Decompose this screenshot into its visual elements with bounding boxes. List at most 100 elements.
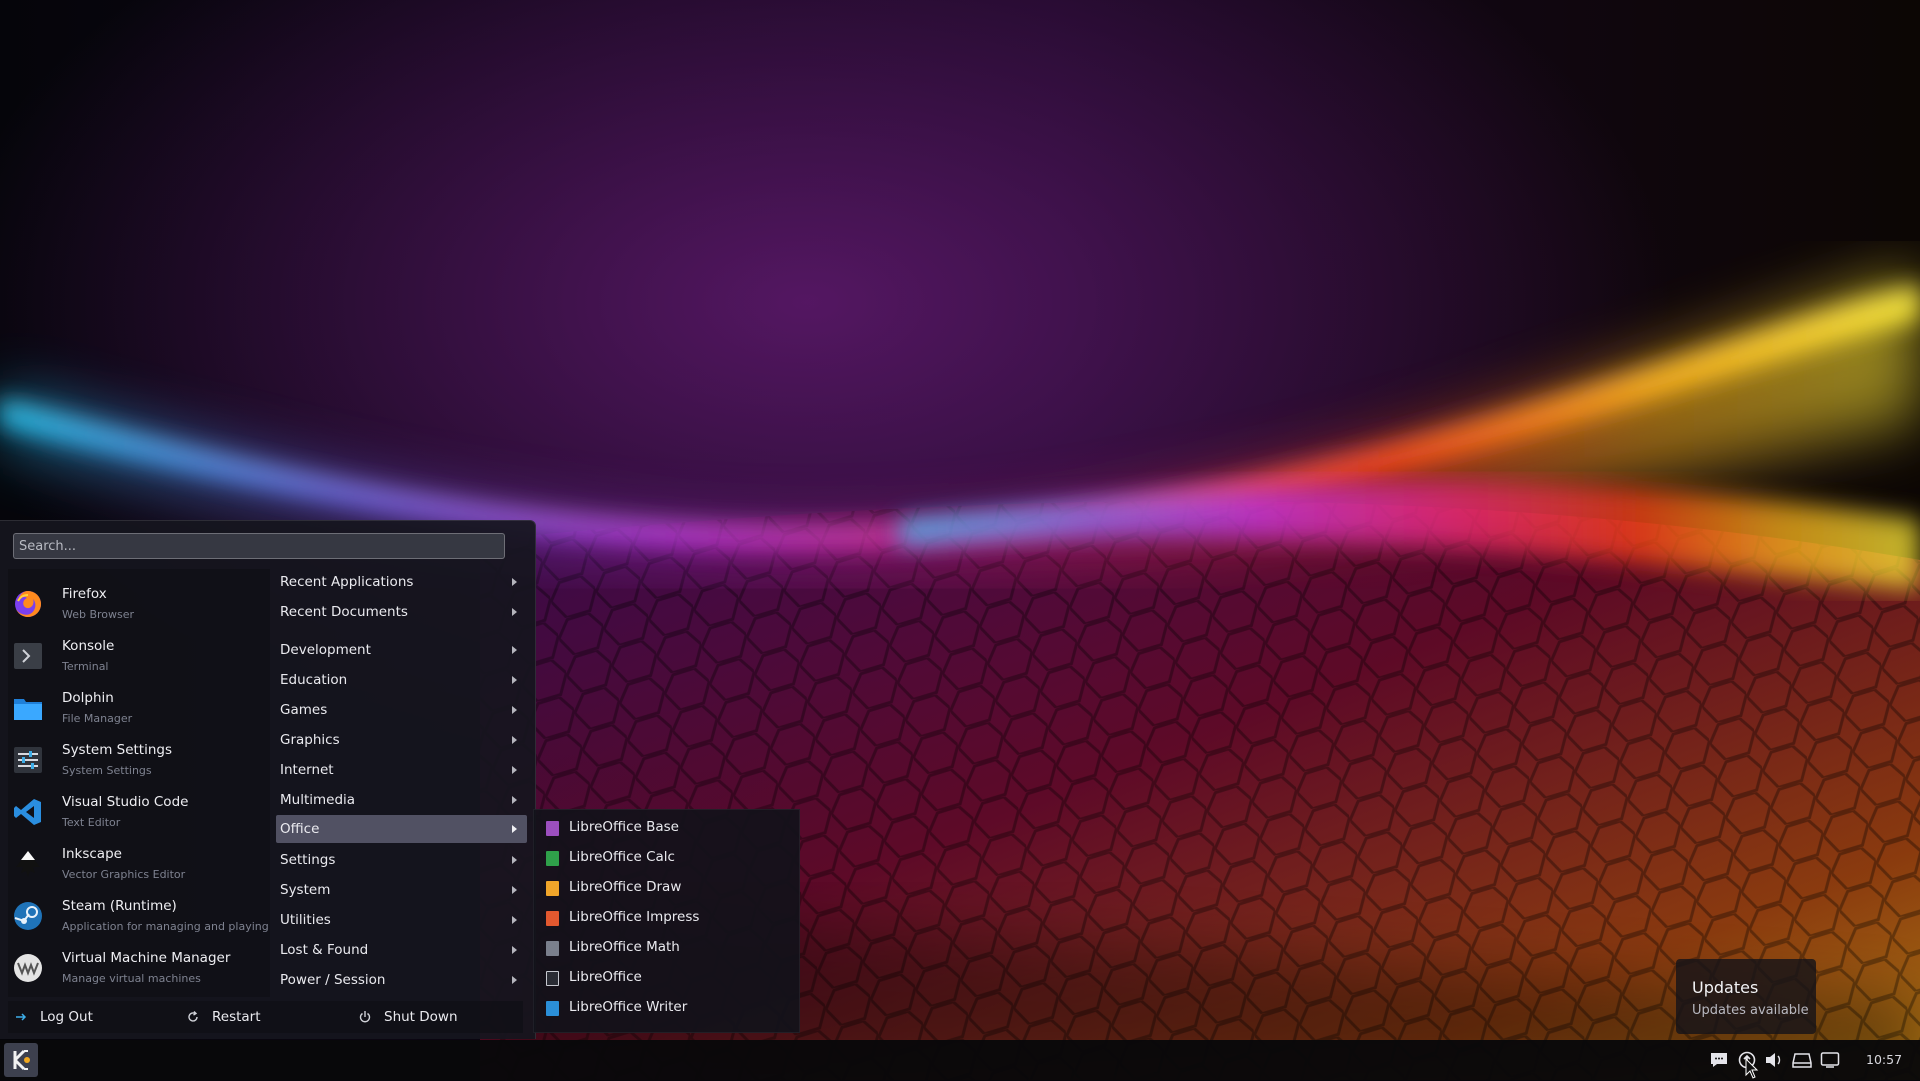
search-input[interactable] bbox=[14, 534, 504, 558]
chevron-right-icon bbox=[512, 646, 517, 654]
category-label: Office bbox=[280, 821, 320, 837]
notification-body: Updates available bbox=[1692, 1003, 1809, 1018]
category-recent-documents[interactable]: Recent Documents bbox=[276, 598, 527, 626]
chevron-right-icon bbox=[512, 856, 517, 864]
favorite-description: Text Editor bbox=[62, 816, 121, 829]
category-recent-applications[interactable]: Recent Applications bbox=[276, 568, 527, 596]
konsole-icon bbox=[14, 643, 42, 669]
chevron-right-icon bbox=[512, 916, 517, 924]
session-buttons: Log Out Restart Shut Down bbox=[8, 1001, 523, 1033]
favorite-firefox[interactable]: Firefox Web Browser bbox=[8, 579, 270, 631]
favorite-description: Application for managing and playing bbox=[62, 920, 269, 933]
logout-label: Log Out bbox=[40, 1009, 93, 1025]
category-settings[interactable]: Settings bbox=[276, 846, 527, 874]
favorite-description: System Settings bbox=[62, 764, 152, 777]
category-label: Recent Documents bbox=[280, 604, 408, 620]
chevron-right-icon bbox=[512, 946, 517, 954]
notifications-icon[interactable] bbox=[1709, 1051, 1729, 1069]
folder-icon bbox=[14, 699, 42, 720]
category-label: System bbox=[280, 882, 331, 898]
favorite-inkscape[interactable]: Inkscape Vector Graphics Editor bbox=[8, 839, 270, 891]
category-development[interactable]: Development bbox=[276, 636, 527, 664]
favorite-name: Inkscape bbox=[62, 846, 122, 862]
menu-item-label: LibreOffice bbox=[569, 969, 642, 985]
chevron-right-icon bbox=[512, 976, 517, 984]
favorite-description: Terminal bbox=[62, 660, 109, 673]
menu-item-libreoffice-impress[interactable]: LibreOffice Impress bbox=[544, 904, 794, 932]
category-label: Power / Session bbox=[280, 972, 386, 988]
category-label: Utilities bbox=[280, 912, 331, 928]
storage-icon[interactable] bbox=[1792, 1051, 1812, 1069]
chevron-right-icon bbox=[512, 796, 517, 804]
menu-item-libreoffice-math[interactable]: LibreOffice Math bbox=[544, 934, 794, 962]
category-utilities[interactable]: Utilities bbox=[276, 906, 527, 934]
libreoffice-impress-icon bbox=[546, 911, 559, 926]
application-launcher-menu: Firefox Web Browser Konsole Terminal Dol… bbox=[0, 520, 536, 1039]
category-games[interactable]: Games bbox=[276, 696, 527, 724]
search-box[interactable] bbox=[13, 533, 505, 559]
vm-icon bbox=[14, 954, 42, 982]
category-multimedia[interactable]: Multimedia bbox=[276, 786, 527, 814]
volume-icon[interactable] bbox=[1764, 1051, 1784, 1069]
category-label: Education bbox=[280, 672, 348, 688]
menu-item-label: LibreOffice Calc bbox=[569, 849, 675, 865]
favorite-description: File Manager bbox=[62, 712, 133, 725]
display-icon[interactable] bbox=[1820, 1051, 1840, 1069]
libreoffice-math-icon bbox=[546, 941, 559, 956]
office-submenu: LibreOffice Base LibreOffice Calc LibreO… bbox=[533, 809, 800, 1033]
favorite-description: Web Browser bbox=[62, 608, 135, 621]
shutdown-label: Shut Down bbox=[384, 1009, 458, 1025]
menu-item-libreoffice-calc[interactable]: LibreOffice Calc bbox=[544, 844, 794, 872]
favorite-vscode[interactable]: Visual Studio Code Text Editor bbox=[8, 787, 270, 839]
chevron-right-icon bbox=[512, 608, 517, 616]
menu-item-libreoffice-draw[interactable]: LibreOffice Draw bbox=[544, 874, 794, 902]
taskbar: 10:57 bbox=[0, 1040, 1920, 1080]
logout-icon bbox=[16, 1013, 27, 1021]
category-label: Multimedia bbox=[280, 792, 356, 808]
favorite-system-settings[interactable]: System Settings System Settings bbox=[8, 735, 270, 787]
libreoffice-draw-icon bbox=[546, 881, 559, 896]
category-office[interactable]: Office bbox=[276, 815, 527, 843]
restart-icon bbox=[188, 1011, 198, 1022]
category-lost-and-found[interactable]: Lost & Found bbox=[276, 936, 527, 964]
category-label: Internet bbox=[280, 762, 334, 778]
menu-item-libreoffice-writer[interactable]: LibreOffice Writer bbox=[544, 994, 794, 1022]
favorite-dolphin[interactable]: Dolphin File Manager bbox=[8, 683, 270, 735]
clock[interactable]: 10:57 bbox=[1866, 1052, 1902, 1067]
libreoffice-icon bbox=[546, 971, 559, 986]
favorite-steam[interactable]: Steam (Runtime) Application for managing… bbox=[8, 891, 270, 943]
steam-icon bbox=[14, 902, 42, 930]
category-graphics[interactable]: Graphics bbox=[276, 726, 527, 754]
updates-notification[interactable]: Updates Updates available bbox=[1676, 959, 1816, 1034]
favorites-list: Firefox Web Browser Konsole Terminal Dol… bbox=[8, 569, 270, 997]
favorite-name: Virtual Machine Manager bbox=[62, 950, 231, 966]
favorite-name: Dolphin bbox=[62, 690, 114, 706]
mouse-cursor-icon bbox=[1745, 1058, 1759, 1079]
category-label: Settings bbox=[280, 852, 336, 868]
settings-icon bbox=[14, 747, 42, 773]
category-internet[interactable]: Internet bbox=[276, 756, 527, 784]
chevron-right-icon bbox=[512, 825, 517, 833]
category-label: Lost & Found bbox=[280, 942, 369, 958]
favorite-description: Manage virtual machines bbox=[62, 972, 201, 985]
favorite-name: Konsole bbox=[62, 638, 115, 654]
category-system[interactable]: System bbox=[276, 876, 527, 904]
app-launcher-button[interactable] bbox=[4, 1043, 38, 1077]
chevron-right-icon bbox=[512, 578, 517, 586]
category-education[interactable]: Education bbox=[276, 666, 527, 694]
libreoffice-base-icon bbox=[546, 821, 559, 836]
shutdown-button[interactable]: Shut Down bbox=[358, 1001, 508, 1033]
category-power-session[interactable]: Power / Session bbox=[276, 966, 527, 994]
menu-item-libreoffice[interactable]: LibreOffice bbox=[544, 964, 794, 992]
menu-item-label: LibreOffice Base bbox=[569, 819, 679, 835]
restart-button[interactable]: Restart bbox=[186, 1001, 336, 1033]
favorite-name: Firefox bbox=[62, 586, 107, 602]
favorite-name: System Settings bbox=[62, 742, 173, 758]
menu-item-libreoffice-base[interactable]: LibreOffice Base bbox=[544, 814, 794, 842]
logout-button[interactable]: Log Out bbox=[14, 1001, 164, 1033]
favorite-konsole[interactable]: Konsole Terminal bbox=[8, 631, 270, 683]
menu-item-label: LibreOffice Impress bbox=[569, 909, 700, 925]
favorite-virt-manager[interactable]: Virtual Machine Manager Manage virtual m… bbox=[8, 943, 270, 995]
favorite-description: Vector Graphics Editor bbox=[62, 868, 186, 881]
category-label: Recent Applications bbox=[280, 574, 414, 590]
